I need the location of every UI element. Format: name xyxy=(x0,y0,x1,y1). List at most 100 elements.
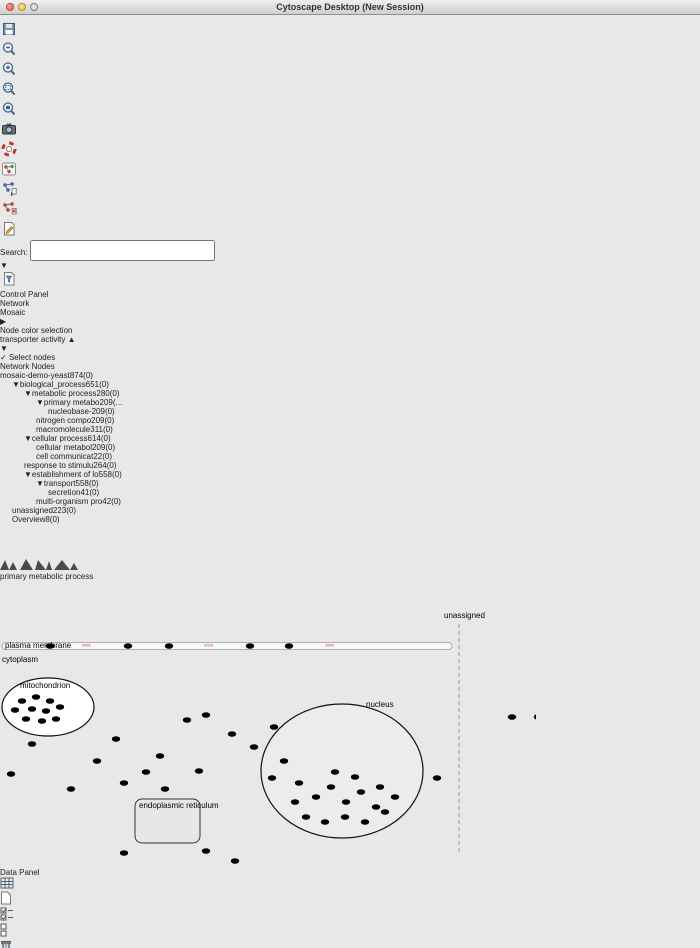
tree-col-nodes[interactable]: Nodes xyxy=(32,362,55,371)
select-attributes-icon[interactable] xyxy=(0,907,700,923)
attribute-table-icon[interactable] xyxy=(0,877,700,891)
tree-col-network[interactable]: Network xyxy=(0,362,29,371)
graph-node[interactable] xyxy=(391,794,399,800)
help-lifebuoy-icon[interactable] xyxy=(0,140,700,160)
tree-row-response-to-stimulu[interactable]: response to stimulu264(0) xyxy=(0,461,700,470)
graph-node[interactable] xyxy=(534,714,536,720)
graph-node[interactable] xyxy=(285,643,293,649)
graph-node[interactable] xyxy=(302,814,310,820)
tree-row-cellular-metabol[interactable]: cellular metabol209(0) xyxy=(0,443,700,452)
expand-triangle-icon[interactable]: ▼ xyxy=(36,479,44,488)
expand-triangle-icon[interactable]: ▼ xyxy=(12,380,20,389)
tree-row-secretion[interactable]: secretion41(0) xyxy=(0,488,700,497)
graph-node[interactable] xyxy=(433,775,441,781)
graph-node[interactable] xyxy=(161,786,169,792)
graph-node[interactable] xyxy=(28,706,36,712)
graph-node[interactable] xyxy=(250,744,258,750)
graph-node[interactable] xyxy=(52,716,60,722)
tab-overflow-arrow[interactable]: ▶ xyxy=(0,317,700,326)
tree-row-primary-metabo[interactable]: ▼primary metabo209(... xyxy=(0,398,700,407)
tree-row-unassigned[interactable]: unassigned223(0) xyxy=(0,506,700,515)
tree-row-overview[interactable]: Overview8(0) xyxy=(0,515,700,524)
unselect-attributes-icon[interactable] xyxy=(0,923,700,939)
network-window-titlebar[interactable]: primary metabolic process xyxy=(0,572,700,581)
graph-node[interactable] xyxy=(270,724,278,730)
graph-node[interactable] xyxy=(124,643,132,649)
expand-triangle-icon[interactable]: ▼ xyxy=(24,434,32,443)
graph-node[interactable] xyxy=(295,780,303,786)
graph-node[interactable] xyxy=(28,741,36,747)
graph-node[interactable] xyxy=(361,819,369,825)
graph-node[interactable] xyxy=(195,768,203,774)
graph-node[interactable] xyxy=(120,850,128,856)
delete-attribute-icon[interactable] xyxy=(0,939,700,948)
search-dropdown-arrow[interactable]: ▼ xyxy=(0,261,700,270)
graph-node[interactable] xyxy=(18,698,26,704)
zoom-button[interactable] xyxy=(30,3,38,11)
graph-node[interactable] xyxy=(42,708,50,714)
graph-node[interactable] xyxy=(120,780,128,786)
graph-node[interactable] xyxy=(183,717,191,723)
snapshot-camera-icon[interactable] xyxy=(0,120,700,140)
network-canvas[interactable]: plasma membrane cytoplasm mitochondrion … xyxy=(0,581,536,866)
tree-scrollbar[interactable] xyxy=(0,524,700,558)
graph-node[interactable] xyxy=(351,774,359,780)
expand-triangle-icon[interactable]: ▼ xyxy=(24,389,32,398)
tree-row-mosaic-demo-yeast[interactable]: mosaic-demo-yeast874(0) xyxy=(0,371,700,380)
tree-row-cell-communicat[interactable]: cell communicat22(0) xyxy=(0,452,700,461)
graph-node[interactable] xyxy=(381,809,389,815)
graph-node[interactable] xyxy=(22,716,30,722)
graph-node[interactable] xyxy=(32,694,40,700)
graph-node[interactable] xyxy=(508,714,516,720)
close-button[interactable] xyxy=(6,3,14,11)
tree-row-cellular-process[interactable]: ▼cellular process614(0) xyxy=(0,434,700,443)
select-nodes-checkbox[interactable]: ✓ xyxy=(0,353,7,362)
expand-triangle-icon[interactable]: ▼ xyxy=(24,470,32,479)
search-input[interactable] xyxy=(30,240,215,261)
graph-node[interactable] xyxy=(341,814,349,820)
graph-node[interactable] xyxy=(246,643,254,649)
graph-node[interactable] xyxy=(7,771,15,777)
graph-node[interactable] xyxy=(376,784,384,790)
network-manager-icon[interactable] xyxy=(0,160,700,180)
save-session-icon[interactable] xyxy=(0,20,700,40)
destroy-view-icon[interactable] xyxy=(0,200,700,220)
graph-node[interactable] xyxy=(372,804,380,810)
graph-node[interactable] xyxy=(93,758,101,764)
graph-node[interactable] xyxy=(38,718,46,724)
annotations-icon[interactable] xyxy=(0,220,700,240)
graph-node[interactable] xyxy=(331,769,339,775)
graph-node[interactable] xyxy=(357,789,365,795)
zoom-in-icon[interactable] xyxy=(0,60,700,80)
tree-row-multi-organism-pro[interactable]: multi-organism pro42(0) xyxy=(0,497,700,506)
zoom-out-icon[interactable] xyxy=(0,40,700,60)
graph-node[interactable] xyxy=(312,794,320,800)
graph-node[interactable] xyxy=(165,643,173,649)
create-view-icon[interactable] xyxy=(0,180,700,200)
tree-row-metabolic-process[interactable]: ▼metabolic process280(0) xyxy=(0,389,700,398)
graph-node[interactable] xyxy=(67,786,75,792)
graph-node[interactable] xyxy=(342,799,350,805)
new-attribute-icon[interactable] xyxy=(0,891,700,907)
graph-node[interactable] xyxy=(291,799,299,805)
tree-row-macromolecule[interactable]: macromolecule311(0) xyxy=(0,425,700,434)
graph-node[interactable] xyxy=(11,707,19,713)
graph-node[interactable] xyxy=(228,731,236,737)
graph-node[interactable] xyxy=(321,819,329,825)
graph-node[interactable] xyxy=(202,712,210,718)
graph-node[interactable] xyxy=(112,736,120,742)
tree-row-transport[interactable]: ▼transport558(0) xyxy=(0,479,700,488)
tree-row-nitrogen-compo[interactable]: nitrogen compo209(0) xyxy=(0,416,700,425)
graph-node[interactable] xyxy=(327,784,335,790)
expand-triangle-icon[interactable]: ▼ xyxy=(36,398,44,407)
zoom-selected-region-icon[interactable] xyxy=(0,80,700,100)
graph-node[interactable] xyxy=(280,758,288,764)
tree-scroll-thumb[interactable] xyxy=(0,524,700,558)
graph-node[interactable] xyxy=(46,698,54,704)
node-color-dropdown[interactable]: transporter activity ▲▼ xyxy=(0,335,700,353)
tree-row-biological-process[interactable]: ▼biological_process651(0) xyxy=(0,380,700,389)
graph-node[interactable] xyxy=(268,775,276,781)
tab-mosaic[interactable]: Mosaic xyxy=(0,308,700,317)
tab-network[interactable]: Network xyxy=(0,299,700,308)
tree-row-establishment-of-lo[interactable]: ▼establishment of lo558(0) xyxy=(0,470,700,479)
